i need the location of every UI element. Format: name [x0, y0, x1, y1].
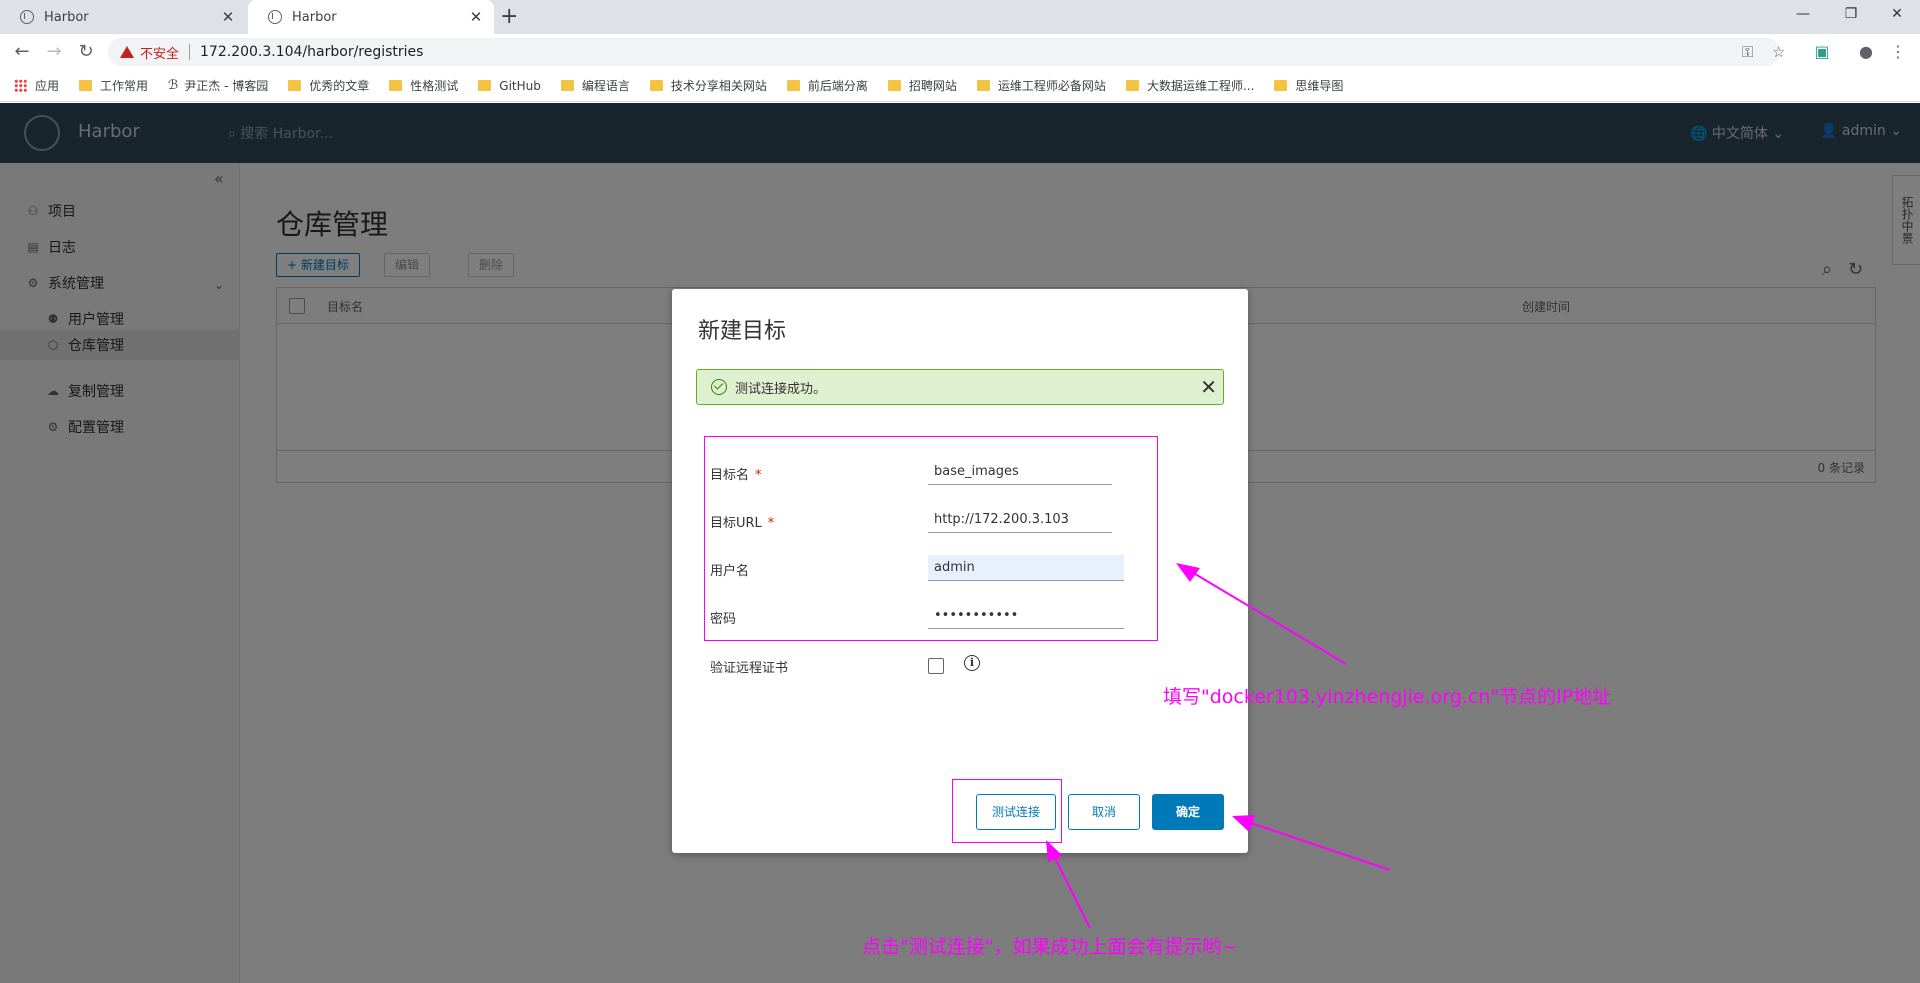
folder-icon [649, 80, 663, 91]
bookmark-item[interactable]: 技术分享相关网站 [649, 77, 767, 94]
annotation-form-box [704, 436, 1158, 641]
bookmarks-bar: 应用 工作常用 ℬ 尹正杰 - 博客园 优秀的文章 性格测试 GitHub 编程语… [0, 70, 1920, 102]
apps-grid-icon [14, 79, 27, 92]
bookmark-item[interactable]: 大数据运维工程师... [1125, 77, 1255, 94]
folder-icon [976, 80, 990, 91]
bookmark-label: 优秀的文章 [309, 79, 370, 93]
bookmark-item[interactable]: 招聘网站 [887, 77, 957, 94]
blog-icon: ℬ [168, 78, 179, 93]
extension-icon[interactable]: ▣ [1812, 42, 1832, 62]
annotation-test-note: 点击"测试连接"，如果成功上面会有提示哟~ [862, 936, 1238, 958]
menu-kebab-icon[interactable]: ⋮ [1888, 42, 1908, 62]
bookmark-item[interactable]: 运维工程师必备网站 [976, 77, 1106, 94]
tab-title: Harbor [44, 9, 89, 25]
bookmark-label: 招聘网站 [908, 79, 957, 93]
bookmark-apps[interactable]: 应用 [14, 77, 59, 94]
star-icon[interactable]: ☆ [1772, 38, 1785, 66]
divider [189, 44, 191, 60]
bookmark-label: 运维工程师必备网站 [997, 79, 1106, 93]
folder-icon [389, 80, 403, 91]
bookmark-item[interactable]: 思维导图 [1274, 77, 1343, 94]
close-tab-icon[interactable]: ✕ [220, 8, 236, 26]
bookmark-label: 应用 [35, 79, 60, 93]
browser-tab-1[interactable]: Harbor ✕ [0, 0, 246, 34]
minimize-button[interactable]: — [1780, 0, 1826, 30]
reload-icon[interactable]: ↻ [74, 40, 98, 64]
bookmark-item[interactable]: 编程语言 [560, 77, 630, 94]
folder-icon [79, 80, 93, 91]
bookmark-item[interactable]: 前后端分离 [786, 77, 868, 94]
bookmark-item[interactable]: 优秀的文章 [288, 77, 369, 94]
alert-message: 测试连接成功。 [735, 381, 827, 397]
warning-icon [120, 46, 134, 58]
bookmark-item[interactable]: ℬ 尹正杰 - 博客园 [168, 77, 268, 94]
tab-title: Harbor [292, 9, 337, 25]
window-close-button[interactable]: ✕ [1874, 0, 1920, 30]
restore-button[interactable]: ❐ [1828, 0, 1874, 30]
new-tab-button[interactable]: + [500, 4, 518, 29]
key-icon[interactable]: ⚿ [1742, 38, 1753, 66]
folder-icon [1125, 80, 1139, 91]
browser-toolbar: ← → ↻ 不安全 172.200.3.104/harbor/registrie… [0, 34, 1920, 70]
bookmark-item[interactable]: 性格测试 [389, 77, 458, 94]
bookmark-label: 工作常用 [100, 79, 149, 93]
bookmark-label: 尹正杰 - 博客园 [184, 79, 269, 93]
back-arrow-icon[interactable]: ← [10, 40, 34, 64]
folder-icon [1274, 80, 1288, 91]
folder-icon [786, 80, 800, 91]
bookmark-label: 大数据运维工程师... [1146, 79, 1255, 93]
bookmark-label: 前后端分离 [807, 79, 868, 93]
verify-cert-checkbox[interactable] [928, 658, 944, 674]
address-bar[interactable]: 不安全 172.200.3.104/harbor/registries ⚿ ☆ [108, 38, 1785, 66]
profile-avatar-icon[interactable]: ● [1856, 42, 1876, 62]
harbor-favicon-icon [268, 10, 282, 24]
bookmark-item[interactable]: 工作常用 [79, 77, 148, 94]
bookmark-label: GitHub [499, 78, 541, 93]
check-circle-icon [711, 379, 727, 395]
not-secure-label[interactable]: 不安全 [140, 43, 179, 62]
folder-icon [887, 80, 901, 91]
dialog-title: 新建目标 [698, 319, 787, 344]
cancel-button[interactable]: 取消 [1068, 794, 1140, 830]
annotation-test-box [952, 779, 1062, 843]
success-alert: 测试连接成功。 ✕ [696, 369, 1224, 405]
browser-tab-bar: Harbor ✕ Harbor ✕ + — ❐ ✕ [0, 0, 1920, 34]
info-icon[interactable]: i [964, 655, 980, 671]
close-alert-icon[interactable]: ✕ [1200, 374, 1217, 400]
url-text[interactable]: 172.200.3.104/harbor/registries [200, 44, 423, 60]
verify-cert-label: 验证远程证书 [710, 661, 789, 676]
bookmark-item[interactable]: GitHub [478, 79, 541, 93]
bookmark-label: 思维导图 [1295, 79, 1344, 93]
confirm-button[interactable]: 确定 [1152, 794, 1224, 830]
bookmark-label: 性格测试 [410, 79, 459, 93]
folder-icon [288, 80, 302, 91]
harbor-favicon-icon [20, 10, 34, 24]
bookmark-label: 编程语言 [581, 79, 630, 93]
forward-arrow-icon[interactable]: → [42, 40, 66, 64]
close-tab-icon[interactable]: ✕ [468, 8, 484, 26]
folder-icon [560, 80, 574, 91]
annotation-ip-note: 填写"docker103.yinzhengjie.org.cn"节点的IP地址 [1163, 686, 1612, 708]
folder-icon [478, 80, 492, 91]
browser-tab-2[interactable]: Harbor ✕ [248, 0, 494, 34]
bookmark-label: 技术分享相关网站 [670, 79, 767, 93]
